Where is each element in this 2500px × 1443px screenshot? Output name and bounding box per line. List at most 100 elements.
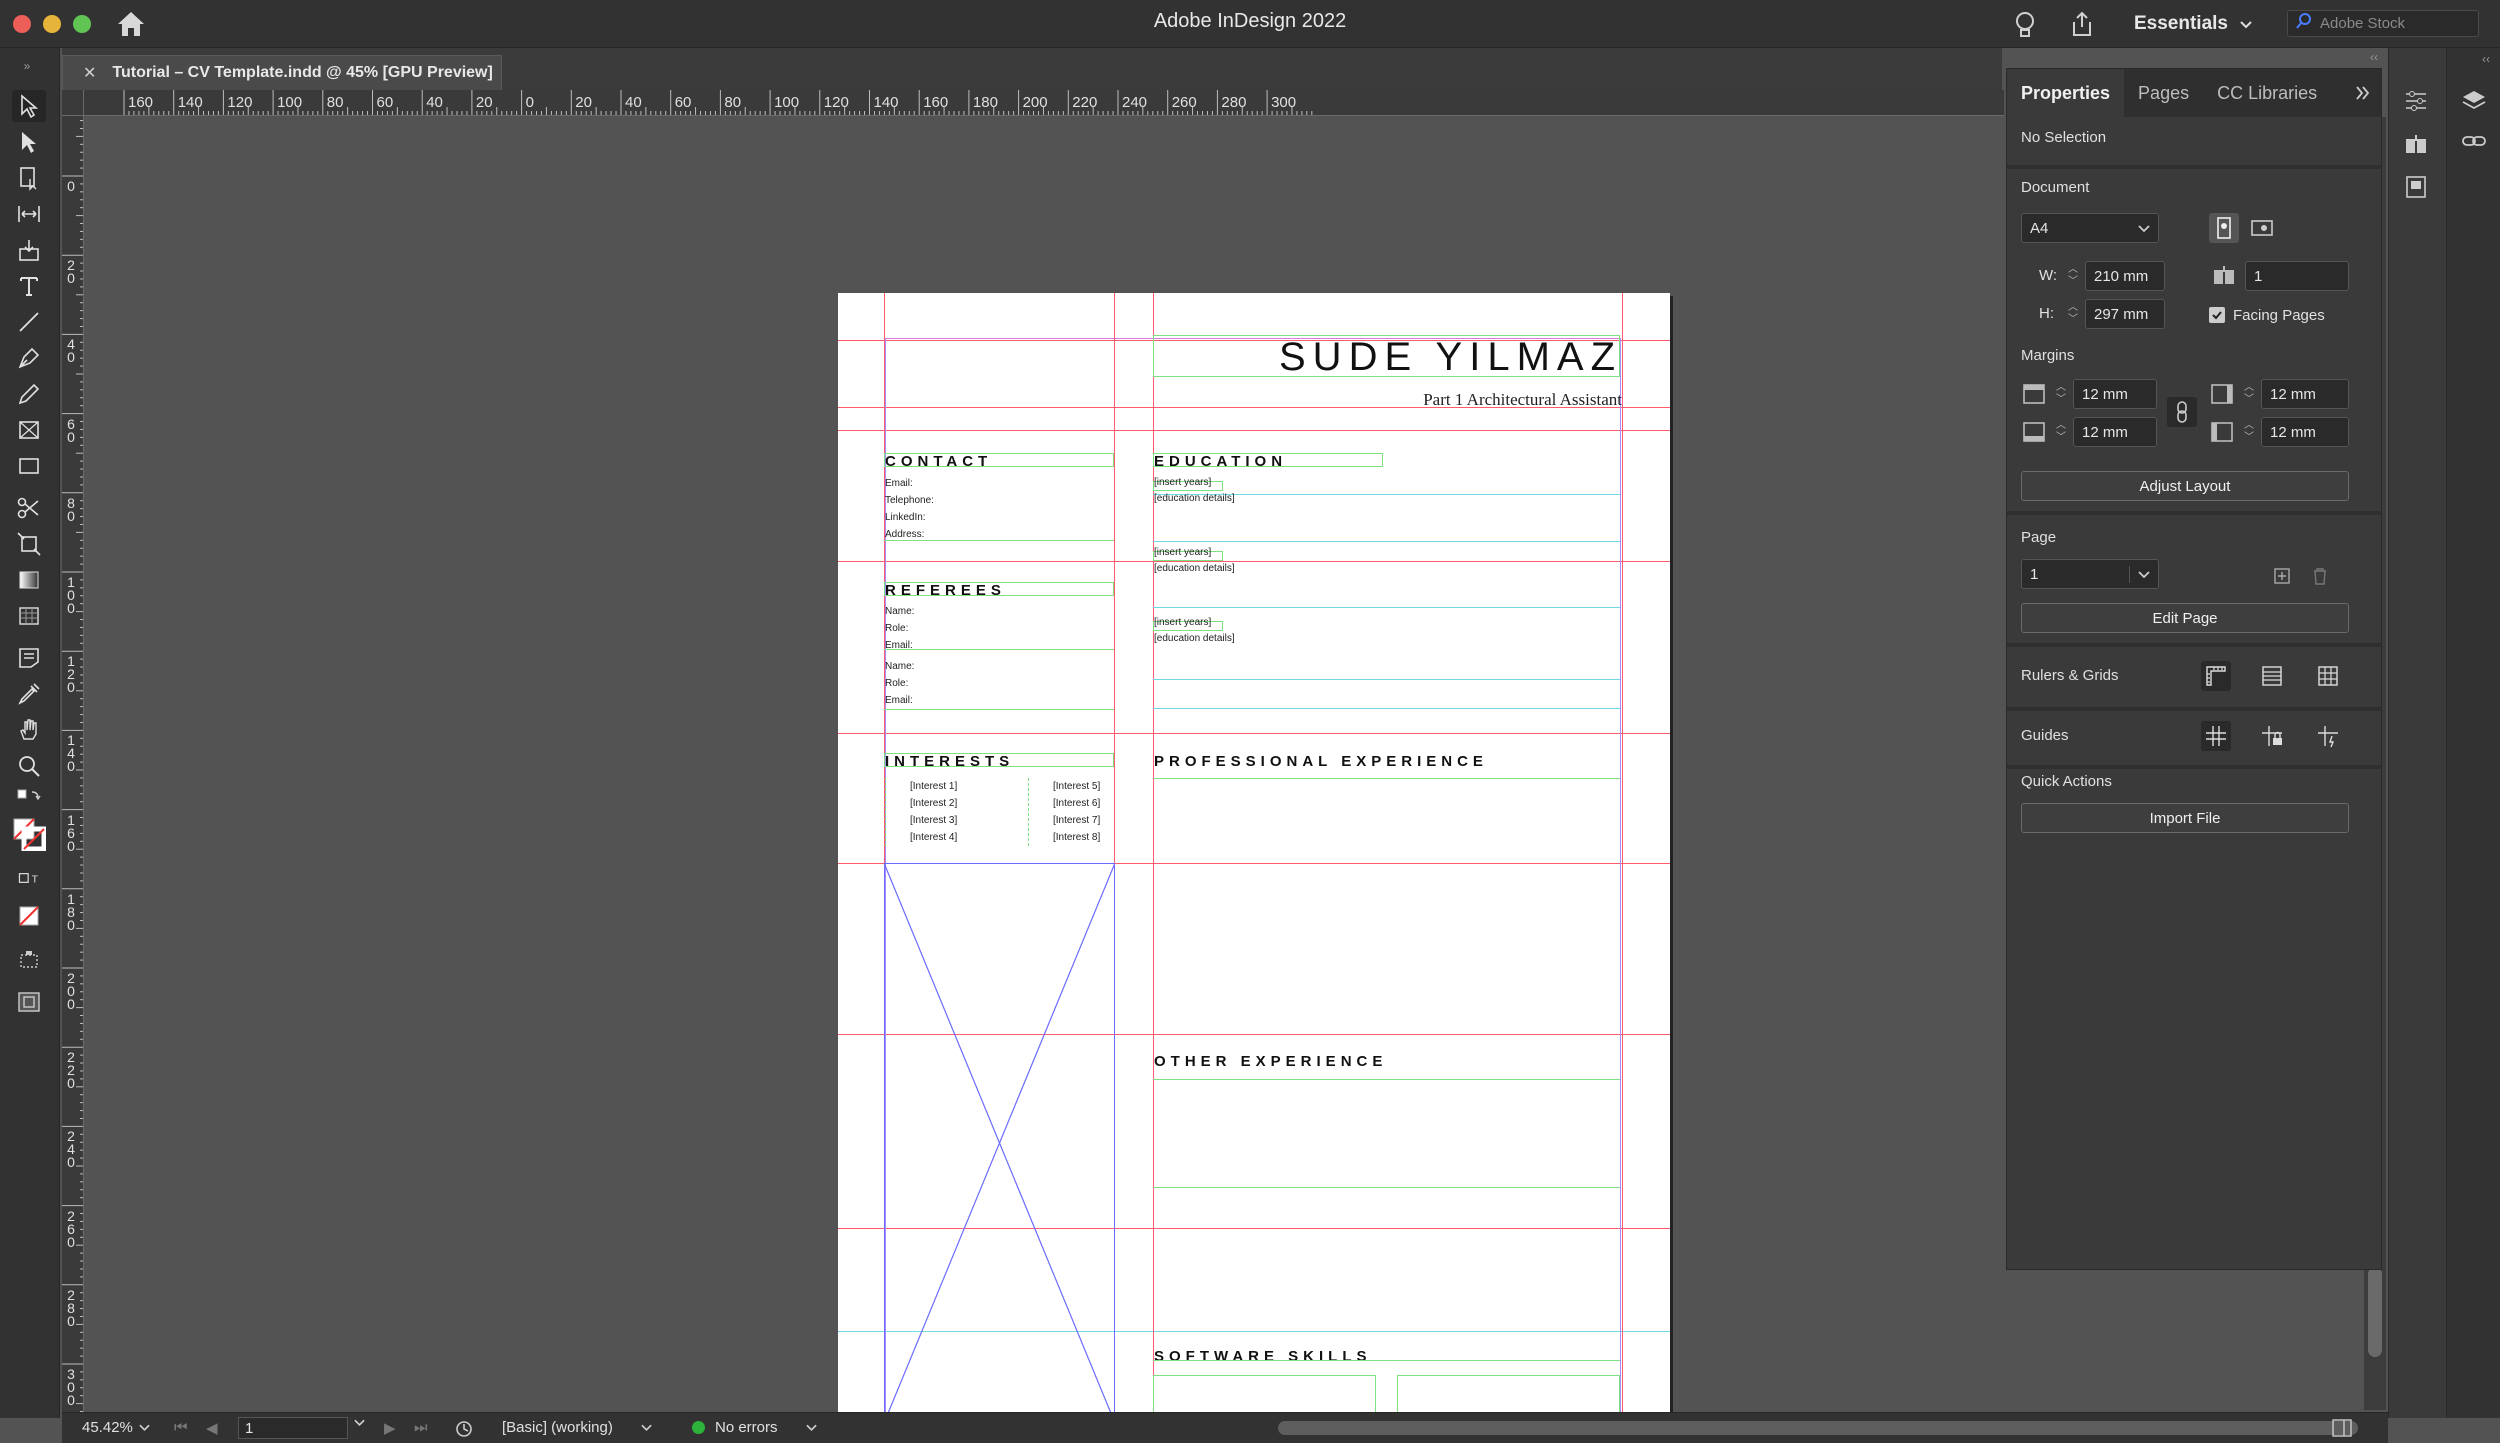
style-status-dropdown[interactable]: [Basic] (working) — [502, 1419, 652, 1436]
horizontal-scrollbar[interactable] — [1278, 1421, 2358, 1435]
add-page-icon[interactable] — [2267, 561, 2297, 591]
ruler-origin[interactable] — [62, 90, 84, 116]
text-frame[interactable] — [884, 709, 1114, 710]
toggle-panel-icon[interactable] — [2332, 1419, 2352, 1437]
adjust-layout-button[interactable]: Adjust Layout — [2021, 471, 2349, 501]
stock-search-input[interactable] — [2320, 15, 2470, 32]
margin-bottom-stepper[interactable]: ︿ ﹀ — [2051, 417, 2071, 447]
eyedropper-tool-icon[interactable] — [12, 678, 46, 710]
landscape-orientation-icon[interactable] — [2247, 213, 2277, 243]
panel-collapse-bar[interactable]: ‹‹ — [2004, 48, 2386, 68]
preflight-status[interactable]: No errors — [692, 1419, 817, 1436]
direct-selection-tool-icon[interactable] — [12, 126, 46, 158]
document-page[interactable]: SUDE YILMAZ Part 1 Architectural Assista… — [838, 293, 1670, 1443]
window-maximize-button[interactable] — [73, 15, 91, 33]
collapse-panel-icon[interactable]: ‹‹ — [2482, 52, 2490, 66]
ruler-toggle-icon[interactable] — [2201, 661, 2231, 691]
lightbulb-icon[interactable] — [2012, 10, 2038, 40]
height-field[interactable]: 297 mm — [2085, 299, 2165, 329]
gap-tool-icon[interactable] — [12, 198, 46, 230]
swap-colors-icon[interactable] — [12, 786, 46, 806]
adobe-stock-search[interactable] — [2287, 10, 2479, 37]
screen-mode-icon[interactable] — [12, 944, 46, 976]
vertical-ruler[interactable]: 0 20 40 60 80 100 120 140 160 180 200 220 240 260 280 3… — [62, 116, 84, 1412]
rectangle-frame-tool-icon[interactable] — [12, 414, 46, 446]
links-panel-icon[interactable] — [2457, 124, 2491, 158]
share-icon[interactable] — [2068, 10, 2096, 38]
gradient-swatch-tool-icon[interactable] — [12, 564, 46, 596]
tab-pages[interactable]: Pages — [2124, 69, 2203, 117]
facing-pages-checkbox[interactable] — [2209, 307, 2225, 323]
zoom-tool-icon[interactable] — [12, 750, 46, 782]
last-page-icon[interactable]: ⏭ — [414, 1419, 428, 1436]
portrait-orientation-icon[interactable] — [2209, 213, 2239, 243]
import-file-button[interactable]: Import File — [2021, 803, 2349, 833]
height-stepper[interactable]: ︿ ﹀ — [2063, 299, 2083, 329]
selection-tool-icon[interactable] — [12, 90, 46, 122]
line-tool-icon[interactable] — [12, 306, 46, 338]
margin-bottom-field[interactable]: 12 mm — [2073, 417, 2157, 447]
text-frame[interactable] — [884, 649, 1114, 650]
margin-left-stepper[interactable]: ︿ ﹀ — [2239, 417, 2259, 447]
margin-top-field[interactable]: 12 mm — [2073, 379, 2157, 409]
content-collector-tool-icon[interactable] — [12, 234, 46, 266]
margin-right-stepper[interactable]: ︿ ﹀ — [2239, 379, 2259, 409]
pencil-tool-icon[interactable] — [12, 378, 46, 410]
scissors-tool-icon[interactable] — [12, 492, 46, 524]
properties-panel-icon[interactable] — [2399, 84, 2433, 118]
note-tool-icon[interactable] — [12, 642, 46, 674]
horizontal-ruler[interactable]: 160 140 120 100 80 60 40 20 0 20 40 60 80 100 120 140 16… — [84, 90, 2004, 116]
document-grid-icon[interactable] — [2313, 661, 2343, 691]
workspace-switcher[interactable]: Essentials — [2134, 11, 2252, 37]
free-transform-tool-icon[interactable] — [12, 528, 46, 560]
tab-cc-libraries[interactable]: CC Libraries — [2203, 69, 2331, 117]
pages-panel-icon[interactable] — [2399, 128, 2433, 162]
smart-guides-icon[interactable] — [2313, 721, 2343, 751]
hand-tool-icon[interactable] — [12, 714, 46, 746]
link-margins-icon[interactable] — [2167, 397, 2197, 427]
window-minimize-button[interactable] — [43, 15, 61, 33]
cc-libraries-panel-icon[interactable] — [2399, 170, 2433, 204]
edit-page-button[interactable]: Edit Page — [2021, 603, 2349, 633]
type-tool-icon[interactable] — [12, 270, 46, 302]
tab-properties[interactable]: Properties — [2007, 69, 2125, 117]
width-stepper[interactable]: ︿ ﹀ — [2063, 261, 2083, 291]
close-icon[interactable]: ✕ — [83, 63, 96, 83]
page-list-chevron-icon[interactable] — [354, 1419, 365, 1427]
gradient-feather-tool-icon[interactable] — [12, 600, 46, 632]
margin-top-stepper[interactable]: ︿ ﹀ — [2051, 379, 2071, 409]
delete-page-icon[interactable] — [2305, 561, 2335, 591]
text-frame[interactable] — [1153, 1360, 1620, 1370]
page-size-dropdown[interactable]: A4 — [2021, 213, 2159, 243]
open-document-icon[interactable] — [454, 1419, 474, 1439]
rectangle-tool-icon[interactable] — [12, 450, 46, 482]
pen-tool-icon[interactable] — [12, 342, 46, 374]
preview-mode-icon[interactable] — [12, 986, 46, 1018]
next-page-icon[interactable]: ▶ — [384, 1419, 396, 1437]
formatting-affects-container-icon[interactable]: T — [12, 868, 46, 888]
fill-stroke-swatch[interactable] — [12, 814, 46, 854]
baseline-grid-icon[interactable] — [2257, 661, 2287, 691]
lock-guides-icon[interactable] — [2257, 721, 2287, 751]
apply-none-icon[interactable] — [12, 900, 46, 932]
document-tab[interactable]: ✕ Tutorial – CV Template.indd @ 45% [GPU… — [62, 55, 502, 90]
window-close-button[interactable] — [13, 15, 31, 33]
margin-right-field[interactable]: 12 mm — [2261, 379, 2349, 409]
width-field[interactable]: 210 mm — [2085, 261, 2165, 291]
margin-left-field[interactable]: 12 mm — [2261, 417, 2349, 447]
show-guides-icon[interactable] — [2201, 721, 2231, 751]
panel-menu-icon[interactable] — [2353, 83, 2373, 103]
page-tool-icon[interactable] — [12, 162, 46, 194]
home-icon[interactable] — [116, 10, 146, 38]
collapse-panel-icon[interactable]: ‹‹ — [2370, 50, 2378, 64]
first-page-icon[interactable]: ⏮ — [174, 1419, 188, 1436]
previous-page-icon[interactable]: ◀ — [206, 1419, 218, 1437]
page-number-field[interactable]: 1 — [238, 1417, 348, 1439]
scrollbar-thumb[interactable] — [2368, 1267, 2382, 1357]
zoom-level-dropdown[interactable]: 45.42% — [82, 1419, 150, 1436]
page-dropdown[interactable]: 1 — [2021, 559, 2159, 589]
image-frame-placeholder[interactable] — [884, 863, 1115, 1423]
collapse-panel-icon[interactable]: » — [10, 58, 44, 74]
pages-count-field[interactable]: 1 — [2245, 261, 2349, 291]
layers-panel-icon[interactable] — [2457, 84, 2491, 118]
